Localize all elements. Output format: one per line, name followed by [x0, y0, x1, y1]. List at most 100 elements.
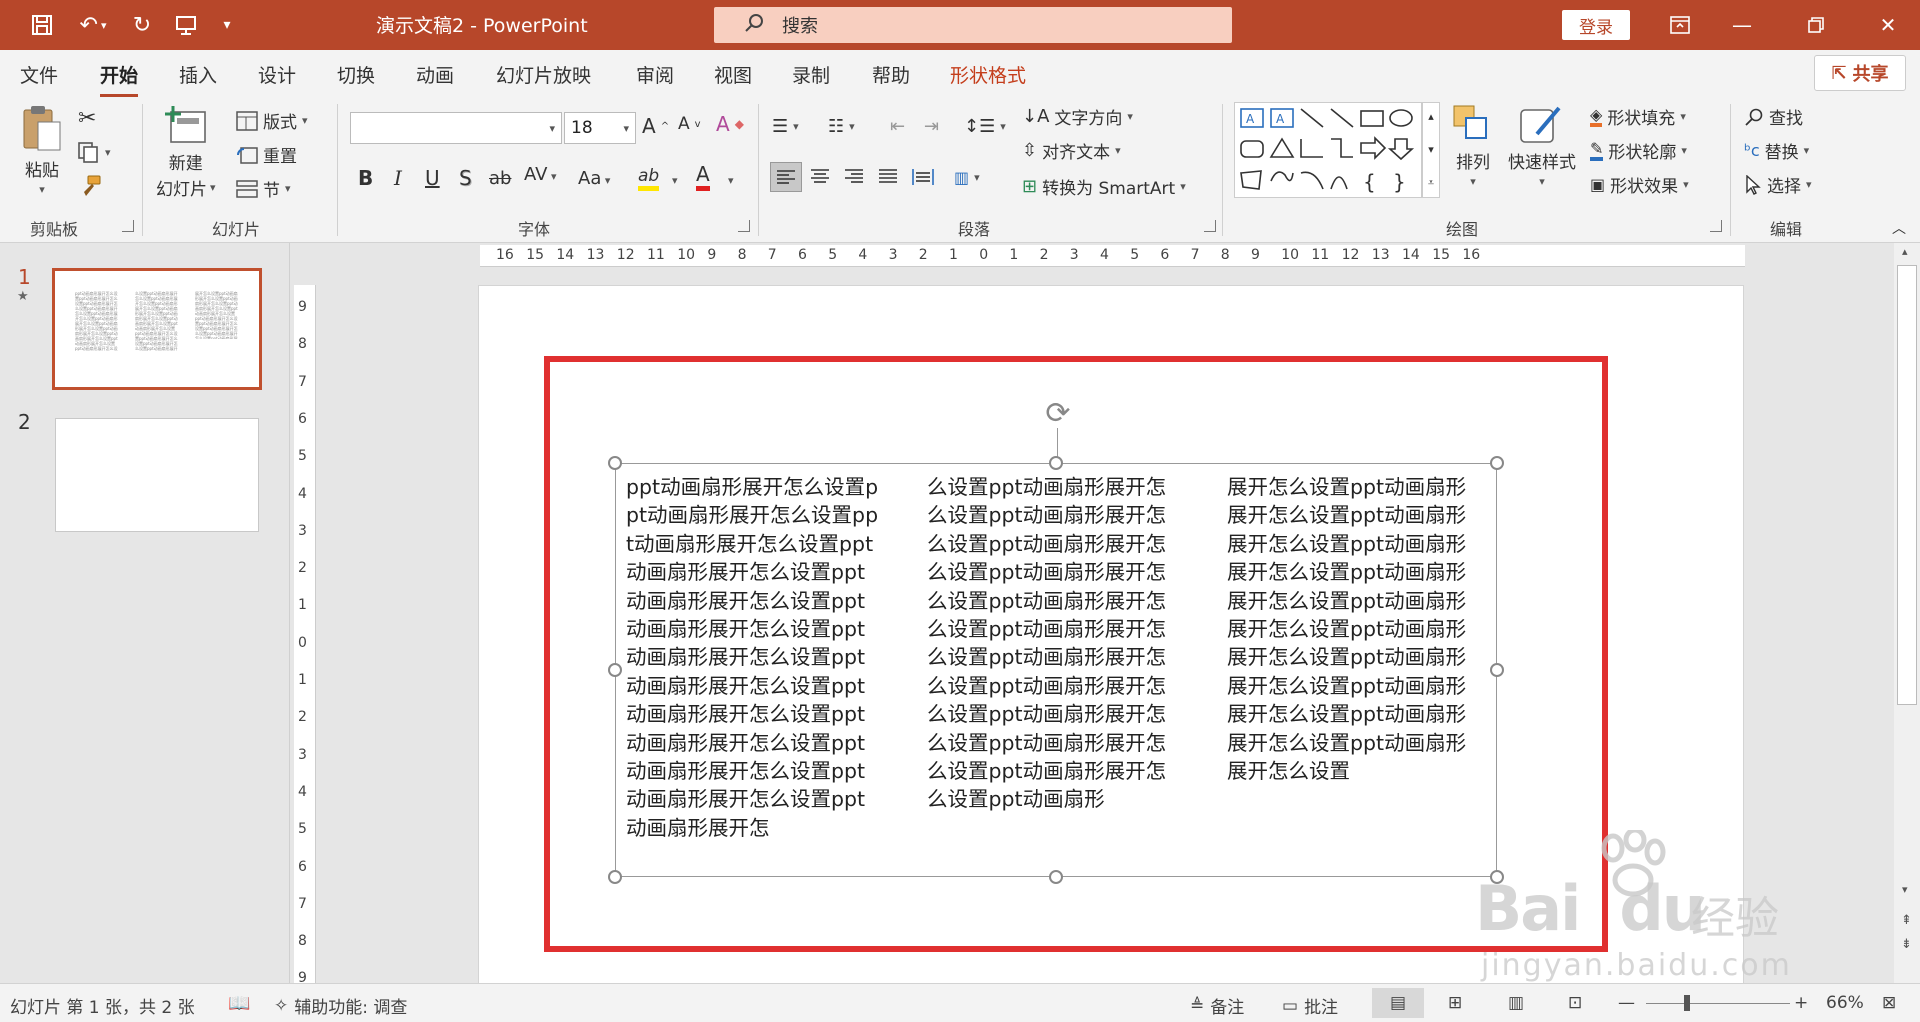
bullets-icon[interactable]: ☰ ▾ [772, 116, 799, 137]
italic-button[interactable]: I [394, 166, 402, 190]
minimize-icon[interactable]: — [1722, 10, 1762, 40]
numbering-icon[interactable]: ☷ ▾ [828, 116, 855, 137]
paste-button[interactable]: 粘贴 ▾ [20, 104, 64, 196]
shape-gallery-scroll[interactable]: ▴ ▾ ⩡ [1422, 102, 1440, 198]
zoom-in-icon[interactable]: + [1794, 993, 1808, 1013]
fit-to-window-icon[interactable]: ⊠ [1882, 993, 1896, 1013]
find-button[interactable]: 查找 [1744, 104, 1803, 129]
tab-animations[interactable]: 动画 [416, 61, 454, 88]
scroll-down-icon[interactable]: ▾ [1902, 883, 1908, 896]
layout-button[interactable]: 版式 ▾ [236, 108, 308, 133]
scrollbar-thumb[interactable] [1897, 265, 1917, 705]
arrange-button[interactable]: 排列 ▾ [1452, 104, 1494, 188]
scroll-up-icon[interactable]: ▴ [1902, 245, 1908, 258]
align-right-icon[interactable] [844, 168, 864, 184]
multi-column-textbox[interactable]: ppt动画扇形展开怎么设置ppt动画扇形展开怎么设置ppt动画扇形展开怎么设置p… [615, 463, 1497, 877]
decrease-indent-icon[interactable]: ⇤ [890, 116, 905, 137]
cut-icon[interactable]: ✂ [78, 106, 96, 131]
text-column-3[interactable]: 展开怎么设置ppt动画扇形展开怎么设置ppt动画扇形展开怎么设置ppt动画扇形展… [1227, 473, 1479, 869]
strikethrough-button[interactable]: ab [489, 168, 511, 189]
align-text-button[interactable]: ⇳ 对齐文本 ▾ [1022, 138, 1121, 163]
vertical-scrollbar[interactable]: ▴ ▾ ⇞ ⇟ [1894, 243, 1920, 983]
tab-view[interactable]: 视图 [714, 61, 752, 88]
search-box[interactable]: 搜索 [714, 7, 1232, 43]
shape-gallery[interactable]: A A { } [1234, 102, 1422, 198]
share-button[interactable]: ⇱ 共享 [1814, 55, 1906, 91]
shape-effects-button[interactable]: ▣ 形状效果 ▾ [1590, 172, 1689, 197]
resize-handle-top[interactable] [1049, 456, 1063, 470]
distributed-icon[interactable] [912, 168, 934, 186]
clipboard-launcher-icon[interactable] [122, 220, 134, 232]
resize-handle-bottom-left[interactable] [608, 870, 622, 884]
tab-shape-format[interactable]: 形状格式 [950, 61, 1026, 88]
quick-styles-button[interactable]: 快速样式 ▾ [1508, 104, 1576, 188]
tab-design[interactable]: 设计 [258, 61, 296, 88]
ribbon-display-icon[interactable] [1660, 10, 1700, 40]
shape-fill-button[interactable]: ◈ 形状填充 ▾ [1590, 104, 1686, 129]
customize-qat-icon[interactable]: ▾ [212, 8, 242, 42]
tab-transitions[interactable]: 切换 [337, 61, 375, 88]
spelling-icon[interactable]: 📖 [228, 993, 250, 1014]
copy-icon[interactable]: ▾ [76, 140, 111, 164]
slide-thumbnail-1[interactable]: ppt动画扇形展开怎么设置ppt动画扇形展开怎么设置ppt动画扇形展开怎么设置p… [52, 268, 262, 390]
slide-thumbnail-2[interactable] [55, 418, 259, 532]
zoom-out-icon[interactable]: — [1618, 993, 1635, 1013]
tab-review[interactable]: 审阅 [636, 61, 674, 88]
text-column-1[interactable]: ppt动画扇形展开怎么设置ppt动画扇形展开怎么设置ppt动画扇形展开怎么设置p… [626, 473, 881, 869]
replace-button[interactable]: ᵇc 替换 ▾ [1744, 138, 1809, 163]
zoom-level[interactable]: 66% [1826, 993, 1864, 1013]
tab-file[interactable]: 文件 [20, 61, 58, 88]
collapse-ribbon-icon[interactable]: ︿ [1892, 218, 1906, 238]
tab-help[interactable]: 帮助 [872, 61, 910, 88]
tab-slideshow[interactable]: 幻灯片放映 [496, 61, 591, 88]
present-icon[interactable] [168, 8, 204, 42]
text-column-2[interactable]: 么设置ppt动画扇形展开怎么设置ppt动画扇形展开怎么设置ppt动画扇形展开怎么… [927, 473, 1182, 869]
columns-icon[interactable]: ▥ ▾ [954, 168, 980, 187]
section-button[interactable]: 节 ▾ [236, 176, 291, 201]
font-color-button[interactable]: A [696, 162, 710, 191]
resize-handle-bottom[interactable] [1049, 870, 1063, 884]
justify-icon[interactable] [878, 168, 898, 184]
slide-sorter-icon[interactable]: ⊞ [1448, 993, 1462, 1013]
paragraph-launcher-icon[interactable] [1204, 220, 1216, 232]
highlight-button[interactable]: ab [638, 166, 660, 191]
rotate-handle-icon[interactable]: ⟳ [1042, 399, 1074, 431]
new-slide-button[interactable]: 新建 幻灯片 ▾ [156, 104, 216, 200]
tab-record[interactable]: 录制 [792, 61, 830, 88]
font-name-select[interactable]: ▾ [350, 112, 562, 144]
restore-icon[interactable] [1796, 10, 1836, 40]
align-center-icon[interactable] [810, 168, 830, 184]
line-spacing-icon[interactable]: ↕☰ ▾ [964, 116, 1006, 137]
font-color-dropdown-icon[interactable]: ▾ [728, 174, 734, 187]
undo-icon[interactable]: ↶ ▾ [68, 8, 118, 42]
zoom-slider-thumb[interactable] [1684, 995, 1690, 1011]
increase-font-icon[interactable]: A ^ [642, 114, 669, 138]
decrease-font-icon[interactable]: Av [678, 114, 701, 134]
resize-handle-bottom-right[interactable] [1490, 870, 1504, 884]
login-button[interactable]: 登录 [1562, 10, 1630, 40]
normal-view-icon[interactable]: ▤ [1372, 988, 1424, 1018]
shadow-button[interactable]: S [459, 166, 472, 190]
char-spacing-button[interactable]: AV ▾ [524, 164, 557, 185]
redo-icon[interactable]: ↻ [124, 8, 160, 42]
smartart-button[interactable]: ⊞ 转换为 SmartArt ▾ [1022, 174, 1186, 199]
clear-format-icon[interactable]: A ◆ [716, 112, 744, 136]
resize-handle-right[interactable] [1490, 663, 1504, 677]
shape-outline-button[interactable]: ✎ 形状轮廓 ▾ [1590, 138, 1687, 163]
increase-indent-icon[interactable]: ⇥ [924, 116, 939, 137]
highlight-dropdown-icon[interactable]: ▾ [672, 174, 678, 187]
drawing-launcher-icon[interactable] [1710, 220, 1722, 232]
notes-button[interactable]: ≜ 备注 [1190, 993, 1244, 1019]
resize-handle-left[interactable] [608, 663, 622, 677]
reset-button[interactable]: 重置 [236, 142, 297, 167]
align-left-icon[interactable] [770, 162, 802, 192]
comments-button[interactable]: ▭ 批注 [1282, 993, 1338, 1019]
tab-insert[interactable]: 插入 [179, 61, 217, 88]
zoom-slider-track[interactable] [1646, 1003, 1790, 1004]
text-direction-button[interactable]: ↓A 文字方向 ▾ [1022, 104, 1133, 129]
save-icon[interactable] [22, 8, 62, 42]
reading-view-icon[interactable]: ▥ [1508, 993, 1524, 1013]
underline-button[interactable]: U [425, 166, 440, 190]
accessibility-status[interactable]: ✧ 辅助功能: 调查 [274, 993, 407, 1019]
close-icon[interactable]: ✕ [1868, 10, 1908, 40]
